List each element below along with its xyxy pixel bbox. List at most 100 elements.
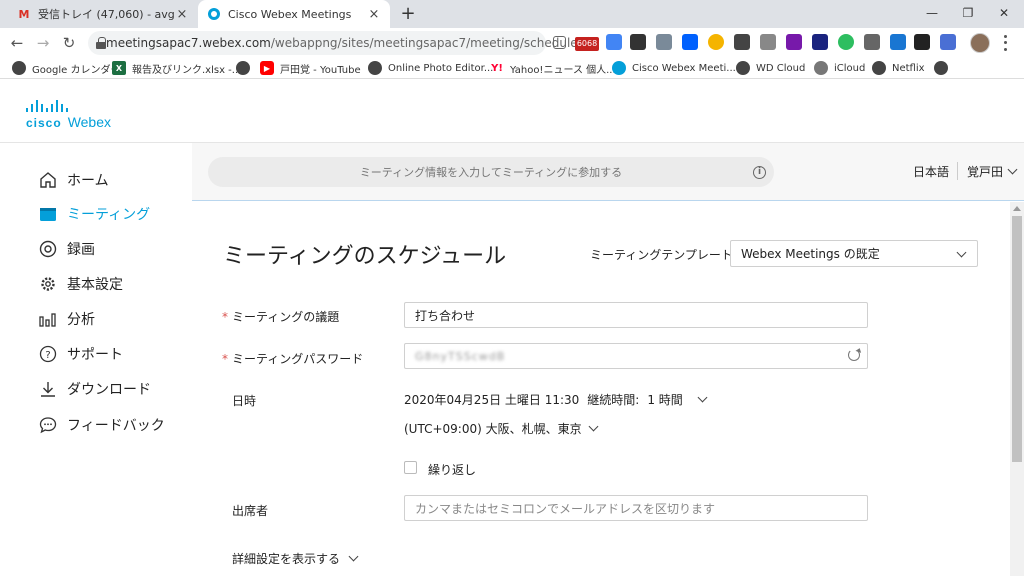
bookmark-item[interactable]: Google カレンダー — [12, 60, 120, 76]
recurrence-checkbox[interactable] — [404, 461, 417, 474]
attendees-input[interactable]: カンマまたはセミコロンでメールアドレスを区切ります — [404, 495, 868, 521]
close-tab-icon[interactable]: × — [174, 6, 190, 22]
bookmark-item[interactable]: iCloud — [814, 60, 865, 76]
extension-icon[interactable] — [890, 34, 906, 50]
info-icon[interactable]: i — [753, 166, 766, 179]
advanced-settings-toggle[interactable]: 詳細設定を表示する — [232, 550, 359, 567]
sidebar-item-preferences[interactable]: 基本設定 — [38, 272, 123, 296]
browser-toolbar: ← → ↻ meetingsapac7.webex.com/webappng/s… — [0, 28, 1024, 57]
sidebar-item-label: 録画 — [67, 242, 95, 258]
scroll-up-arrow[interactable] — [1013, 206, 1021, 211]
bookmark-item[interactable] — [236, 60, 256, 76]
attendees-placeholder: カンマまたはセミコロンでメールアドレスを区切ります — [415, 501, 716, 516]
password-label: * ミーティングパスワード — [222, 352, 364, 366]
join-meeting-input[interactable] — [208, 157, 774, 187]
bookmark-item[interactable]: X 報告及びリンク.xlsx -... — [112, 60, 241, 76]
sidebar-item-meetings[interactable]: ミーティング — [38, 202, 150, 226]
extension-icon[interactable] — [606, 34, 622, 50]
bookmark-item[interactable]: Y! Yahoo!ニュース 個人... — [490, 60, 616, 76]
bookmark-item[interactable]: Cisco Webex Meeti... — [612, 60, 736, 76]
datetime-value: 2020年04月25日 土曜日 11:30 — [404, 393, 580, 407]
datetime-label: 日時 — [232, 394, 257, 408]
datetime-picker[interactable]: 2020年04月25日 土曜日 11:30 継続時間: 1 時間 — [404, 391, 708, 408]
back-button[interactable]: ← — [6, 32, 28, 54]
download-icon — [38, 379, 58, 399]
record-icon — [38, 239, 58, 259]
restore-button[interactable]: ❐ — [950, 0, 986, 26]
sidebar-item-analytics[interactable]: 分析 — [38, 307, 95, 331]
tab-webex[interactable]: Cisco Webex Meetings × — [198, 0, 390, 28]
password-input[interactable]: G8nyTSScwdB — [404, 343, 868, 369]
minimize-button[interactable]: — — [914, 0, 950, 26]
template-select[interactable]: Webex Meetings の既定 — [730, 240, 978, 267]
extension-icon[interactable] — [656, 34, 672, 50]
onenote-icon[interactable] — [786, 34, 802, 50]
globe-icon — [12, 61, 26, 75]
logo-cisco-text: cisco — [26, 116, 62, 130]
logo-webex-text: Webex — [67, 114, 112, 130]
template-label: ミーティングテンプレート — [590, 248, 733, 262]
address-bar[interactable]: meetingsapac7.webex.com/webappng/sites/m… — [88, 31, 595, 55]
sidebar-item-label: ミーティング — [67, 207, 151, 223]
youtube-icon: ▶ — [260, 61, 274, 75]
sidebar-item-recordings[interactable]: 録画 — [38, 237, 95, 261]
extension-icon[interactable] — [630, 34, 646, 50]
dropbox-icon[interactable] — [682, 34, 698, 50]
extension-icon[interactable] — [812, 34, 828, 50]
page-title: ミーティングのスケジュール — [223, 244, 507, 269]
camera-icon[interactable] — [760, 34, 776, 50]
browser-menu-icon[interactable] — [998, 33, 1012, 53]
new-tab-button[interactable]: + — [398, 4, 418, 24]
sidebar-item-label: ダウンロード — [67, 382, 151, 398]
timezone-value: (UTC+09:00) 大阪、札幌、東京 — [404, 422, 582, 436]
user-menu[interactable]: 覚戸田 — [967, 163, 1018, 180]
globe-icon — [872, 61, 886, 75]
sidebar-item-label: サポート — [67, 347, 123, 363]
extension-icon[interactable] — [734, 34, 750, 50]
extension-icon[interactable] — [864, 34, 880, 50]
sidebar-item-feedback[interactable]: フィードバック — [38, 413, 165, 437]
advanced-settings-label: 詳細設定を表示する — [232, 552, 341, 566]
extension-icon[interactable] — [708, 34, 724, 50]
gmail-badge[interactable]: 6068 — [575, 37, 599, 51]
extension-icon[interactable] — [940, 34, 956, 50]
window-close-button[interactable]: ✕ — [986, 0, 1022, 26]
extension-icon[interactable] — [914, 34, 930, 50]
topic-input[interactable]: 打ち合わせ — [404, 302, 868, 328]
bookmark-item[interactable]: WD Cloud — [736, 60, 805, 76]
webex-icon — [612, 61, 626, 75]
sidebar-item-downloads[interactable]: ダウンロード — [38, 377, 151, 401]
forward-button[interactable]: → — [32, 32, 54, 54]
home-icon — [38, 170, 58, 190]
duration-value: 1 時間 — [647, 393, 683, 407]
profile-avatar[interactable] — [970, 33, 990, 53]
tab-gmail[interactable]: M 受信トレイ (47,060) - avgtoda@gm × — [8, 0, 198, 28]
scrollbar[interactable] — [1010, 202, 1024, 576]
excel-icon: X — [112, 61, 126, 75]
sidebar-item-support[interactable]: ? サポート — [38, 342, 123, 366]
extension-icon[interactable] — [553, 36, 566, 49]
bookmark-item[interactable]: Netflix — [872, 60, 925, 76]
browser-tab-strip: M 受信トレイ (47,060) - avgtoda@gm × Cisco We… — [0, 0, 1024, 28]
globe-icon — [736, 61, 750, 75]
cisco-webex-logo[interactable]: cisco Webex — [26, 100, 136, 130]
bookmark-item[interactable]: Online Photo Editor... — [368, 60, 493, 76]
chevron-down-icon — [1007, 164, 1018, 175]
evernote-icon[interactable] — [838, 34, 854, 50]
timezone-picker[interactable]: (UTC+09:00) 大阪、札幌、東京 — [404, 420, 599, 437]
globe-icon — [934, 61, 948, 75]
calendar-icon — [38, 204, 58, 224]
sidebar-item-home[interactable]: ホーム — [38, 168, 109, 192]
reload-button[interactable]: ↻ — [58, 32, 80, 54]
gear-icon — [38, 274, 58, 294]
language-selector[interactable]: 日本語 — [913, 163, 949, 180]
feedback-icon — [38, 415, 58, 435]
scrollbar-thumb[interactable] — [1012, 216, 1022, 462]
bookmark-item[interactable]: ▶ 戸田覚 - YouTube — [260, 60, 361, 76]
bookmark-item[interactable] — [934, 60, 954, 76]
refresh-icon[interactable] — [848, 349, 860, 361]
chevron-down-icon — [956, 247, 967, 258]
svg-text:?: ? — [45, 350, 50, 361]
yahoo-icon: Y! — [491, 62, 503, 74]
close-tab-icon[interactable]: × — [366, 6, 382, 22]
